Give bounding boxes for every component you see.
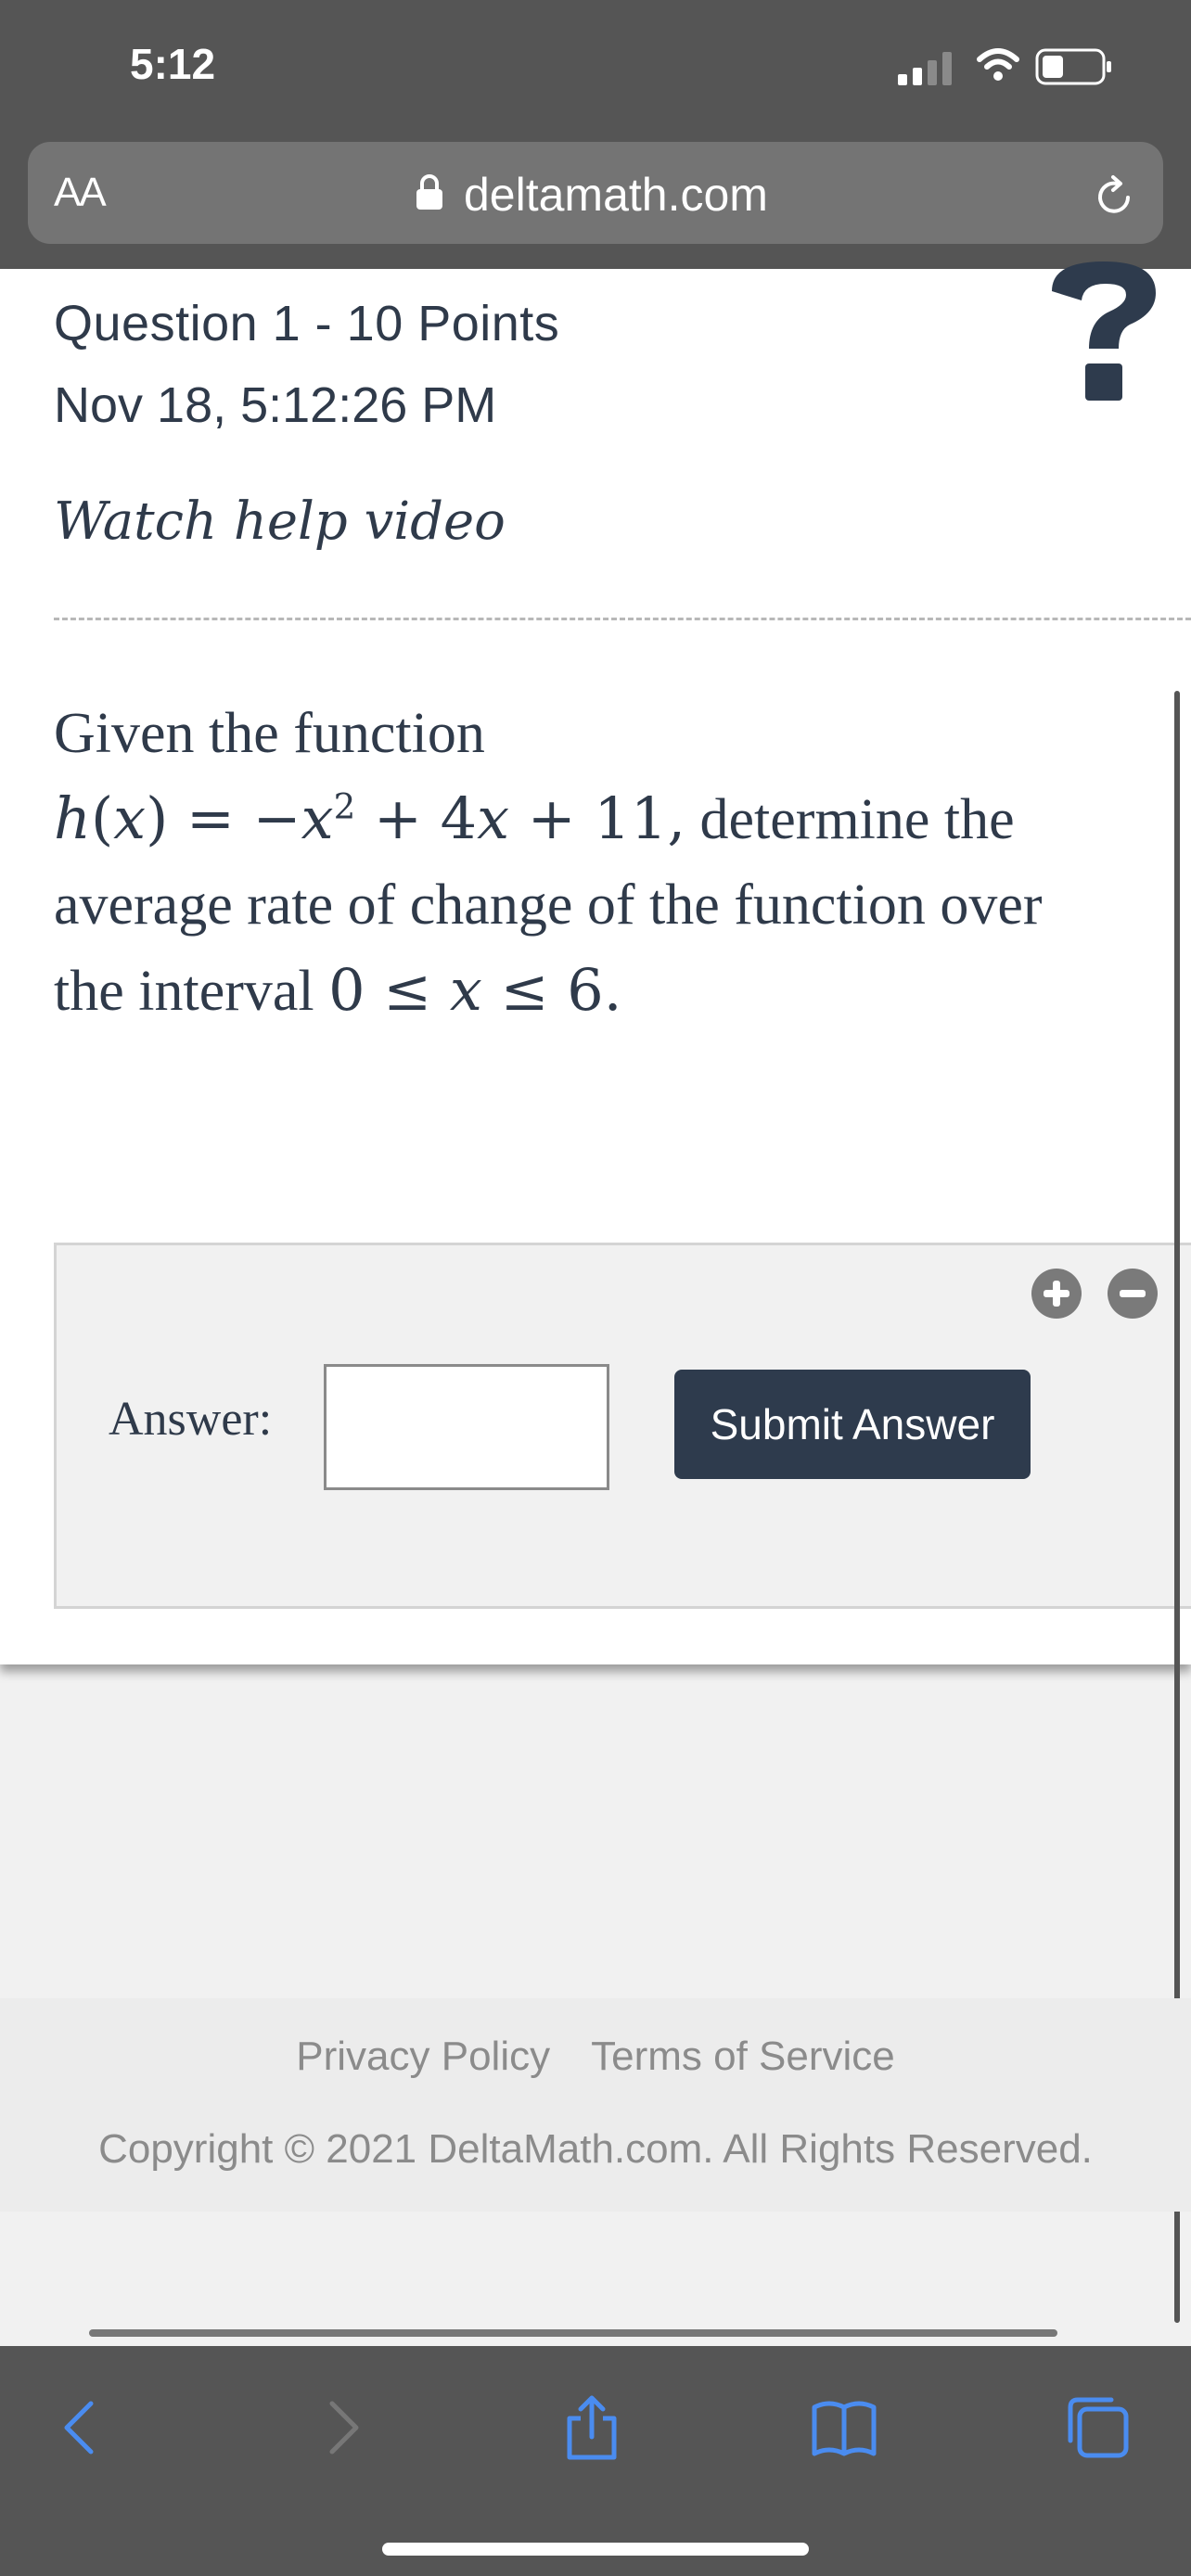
address-bar[interactable]: AA deltamath.com <box>28 142 1163 244</box>
cellular-signal-icon <box>898 52 952 85</box>
horizontal-scrollbar[interactable] <box>89 2329 1057 2337</box>
interval-lower: 0 ≤ <box>328 956 450 1024</box>
problem-line-3: average rate of change of the function o… <box>54 874 1043 937</box>
function-variable: x <box>113 784 147 852</box>
question-title: Question 1 - 10 Points <box>54 296 560 351</box>
help-question-icon[interactable] <box>1039 260 1169 408</box>
function-name: h <box>54 784 91 852</box>
privacy-policy-link[interactable]: Privacy Policy <box>296 2034 550 2079</box>
rhs-end: + 11, <box>509 784 686 852</box>
submit-answer-button[interactable]: Submit Answer <box>674 1370 1031 1479</box>
home-indicator[interactable] <box>382 2543 809 2556</box>
text-size-button[interactable]: AA <box>54 170 107 216</box>
problem-line-2-text: determine the <box>685 788 1015 851</box>
url-text[interactable]: deltamath.com <box>464 168 768 222</box>
page-footer: Privacy Policy Terms of Service Copyright… <box>0 1998 1191 2212</box>
footer-links: Privacy Policy Terms of Service <box>0 2034 1191 2080</box>
tabs-icon[interactable] <box>1063 2392 1133 2463</box>
answer-label: Answer: <box>109 1393 273 1446</box>
status-time: 5:12 <box>130 40 216 88</box>
problem-line-4: the interval 0 ≤ x ≤ 6. <box>54 948 1148 1034</box>
question-timestamp: Nov 18, 5:12:26 PM <box>54 377 497 433</box>
rhs-middle: + 4 <box>355 784 478 852</box>
answer-input[interactable] <box>324 1364 609 1490</box>
interval-prefix: the interval <box>54 960 329 1023</box>
interval-upper: ≤ 6. <box>481 956 622 1024</box>
interval-variable: x <box>449 956 482 1024</box>
status-bar: 5:12 <box>0 0 1191 134</box>
question-card: Question 1 - 10 Points Nov 18, 5:12:26 P… <box>0 261 1191 1664</box>
section-divider <box>54 618 1191 620</box>
problem-line-2: h(x) = −x2 + 4x + 11, determine the <box>54 784 1015 852</box>
zoom-in-icon[interactable] <box>1031 1268 1082 1320</box>
battery-icon <box>1035 48 1111 85</box>
back-icon[interactable] <box>46 2392 117 2463</box>
share-icon[interactable] <box>557 2392 627 2463</box>
zoom-out-icon[interactable] <box>1107 1268 1159 1320</box>
rhs-variable: x <box>301 784 334 852</box>
terms-of-service-link[interactable]: Terms of Service <box>591 2034 895 2079</box>
browser-address-area: AA deltamath.com <box>0 134 1191 269</box>
rhs-variable-2: x <box>477 784 510 852</box>
problem-line-1: Given the function <box>54 702 485 765</box>
answer-panel: Answer: Submit Answer <box>54 1243 1191 1609</box>
reload-icon[interactable] <box>1091 173 1137 220</box>
wifi-icon <box>977 48 1019 81</box>
problem-statement: Given the function h(x) = −x2 + 4x + 11,… <box>54 691 1148 1034</box>
lock-icon <box>416 174 442 210</box>
watch-help-video-link[interactable]: Watch help video <box>54 491 506 552</box>
forward-icon[interactable] <box>306 2392 377 2463</box>
browser-toolbar <box>0 2346 1191 2576</box>
equation-rhs-start: = − <box>168 784 301 852</box>
rhs-exponent: 2 <box>333 785 356 827</box>
bookmarks-icon[interactable] <box>809 2392 879 2463</box>
copyright-text: Copyright © 2021 DeltaMath.com. All Righ… <box>98 2126 1093 2172</box>
